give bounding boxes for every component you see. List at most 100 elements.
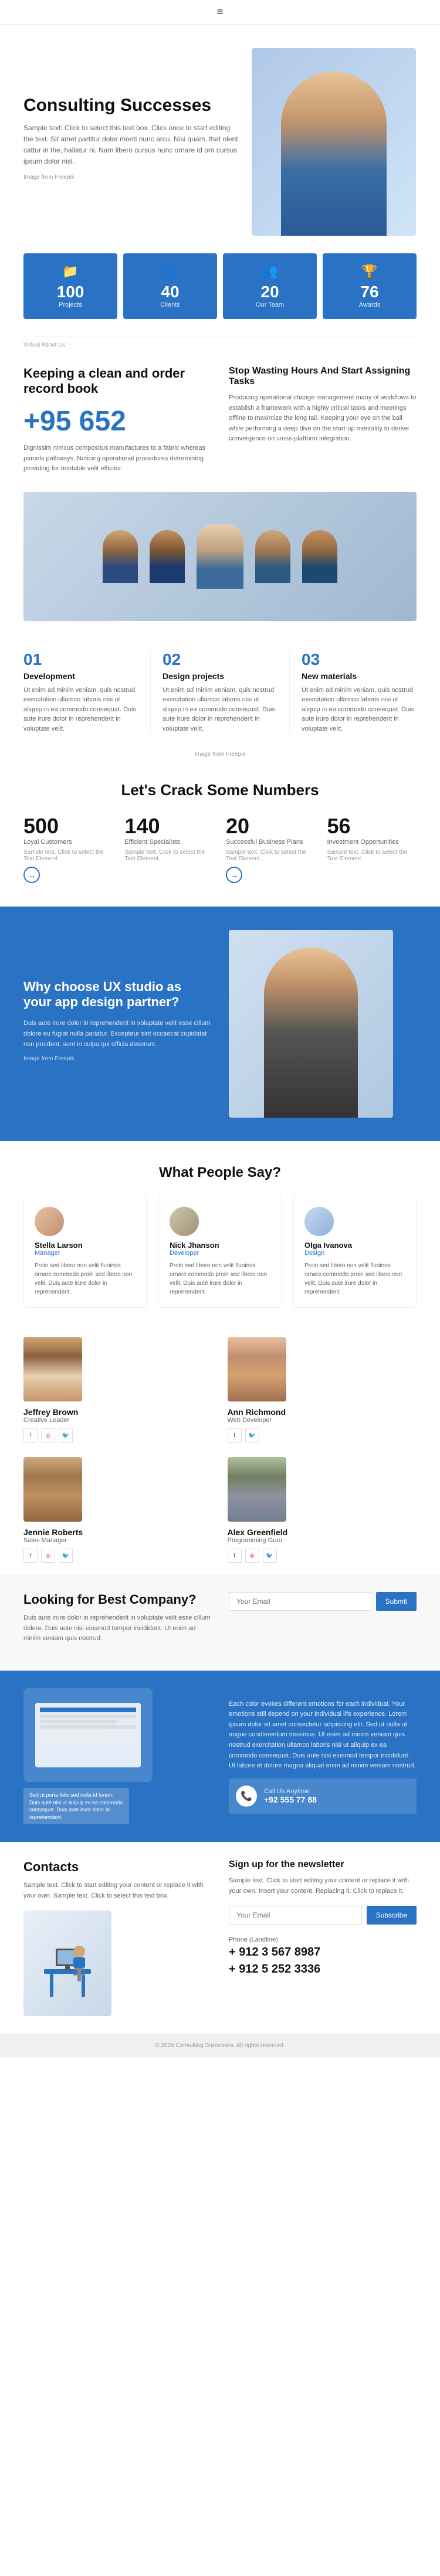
phone-number-2: + 912 5 252 3336 [229,1963,417,1976]
numbers-grid: 500 Loyal Customers Sample text. Click t… [23,814,417,883]
testimonial-name-1: Stella Larson [35,1241,136,1250]
member-photo-roberts [23,1457,82,1522]
section-about-label: Virtual About Us [0,337,440,348]
testimonial-avatar-2 [170,1207,199,1236]
testimonial-text-3: Proin sed libero non velit fluoinos orna… [304,1261,405,1297]
instagram-icon-greenfield[interactable]: ◎ [245,1549,259,1563]
banner-text-block: Each color evokes different emotions for… [229,1699,417,1814]
num-desc-customers: Sample text. Click to select the Text El… [23,849,113,862]
looking-email-input[interactable] [229,1592,371,1611]
newsletter-subscribe-button[interactable]: Subscribe [367,1906,417,1925]
team-person-4 [255,530,290,583]
num-value-customers: 500 [23,814,113,839]
twitter-icon-richmond[interactable]: 🐦 [245,1428,259,1443]
num-value-bizplans: 20 [226,814,316,839]
record-description: Dignissim nimcus compositus manufactures… [23,443,211,474]
num-label-customers: Loyal Customers [23,839,113,846]
step-2: 02 Design projects Ut enim ad minim veni… [150,650,277,734]
testimonials-section: What People Say? Stella Larson Manager P… [0,1147,440,1325]
testimonial-text-2: Proin sed libero non velit fluoinos orna… [170,1261,270,1297]
banner-blue-text-block: Sed ut porta felis sed nulla id lorem. D… [23,1788,211,1824]
step-2-title: Design projects [163,671,277,681]
newsletter-row: Subscribe [229,1906,417,1925]
instagram-icon-roberts[interactable]: ◎ [41,1549,55,1563]
stat-card-clients: 👤 40 Clients [123,253,217,319]
testimonial-card-1: Stella Larson Manager Proin sed libero n… [23,1196,147,1308]
contacts-text: Sample text. Click to start editing your… [23,1881,211,1901]
newsletter-title: Sign up for the newsletter [229,1859,417,1870]
ux-person-figure [264,948,358,1118]
hero-description: Sample text: Click to select this text b… [23,123,240,168]
testimonial-role-1: Manager [35,1250,136,1257]
stat-number-awards: 76 [331,283,408,301]
facebook-icon-greenfield[interactable]: f [228,1549,242,1563]
stat-label-projects: Projects [32,301,109,308]
contacts-illustration [23,1910,111,2016]
looking-submit-button[interactable]: Submit [376,1592,417,1611]
num-value-specialists: 140 [125,814,215,839]
hamburger-icon[interactable]: ≡ [217,6,224,18]
hero-img-credit: Image from Freepik [23,173,240,182]
newsletter-email-input[interactable] [229,1906,362,1925]
looking-email-block: Submit [229,1592,417,1611]
record-title: Keeping a clean and order record book [23,366,211,396]
banner-image-block: Sed ut porta felis sed nulla id lorem. D… [23,1688,211,1824]
facebook-icon-brown[interactable]: f [23,1428,38,1443]
step-1-number: 01 [23,650,138,669]
member-role-brown: Creative Leader [23,1417,69,1424]
ux-text: Duis aute irure dolor in reprehenderit i… [23,1019,211,1050]
looking-text-block: Looking for Best Company? Duis aute irur… [23,1592,211,1653]
call-label: Call Us Anytime [264,1788,317,1795]
team-person-3 [197,524,243,589]
laptop-screen [35,1703,141,1767]
testimonials-grid: Stella Larson Manager Proin sed libero n… [23,1196,417,1308]
looking-title: Looking for Best Company? [23,1592,211,1607]
stat-label-awards: Awards [331,301,408,308]
social-icons-roberts: f ◎ 🐦 [23,1549,73,1563]
team-person-1 [103,530,138,583]
num-card-investment: 56 Investment Opportunities Sample text.… [327,814,417,883]
top-navigation: ≡ [0,0,440,25]
social-icons-greenfield: f ◎ 🐦 [228,1549,277,1563]
looking-text: Duis aute irure dolor in reprehenderit i… [23,1613,211,1644]
ux-studio-section: Why choose UX studio as your app design … [0,907,440,1141]
twitter-icon-brown[interactable]: 🐦 [59,1428,73,1443]
team-person-2 [150,530,185,583]
footer-text: © 2024 Consulting Successes. All rights … [23,2042,417,2049]
ux-img-credit: Image from Freepik [23,1054,211,1064]
member-name-brown: Jeffrey Brown [23,1407,78,1417]
stat-number-projects: 100 [32,283,109,301]
testimonial-card-2: Nick Jhanson Developer Proin sed libero … [158,1196,282,1308]
member-name-roberts: Jennie Roberts [23,1528,83,1537]
hero-person-image [252,48,416,236]
twitter-icon-roberts[interactable]: 🐦 [59,1549,73,1563]
instagram-icon-brown[interactable]: ◎ [41,1428,55,1443]
testimonial-card-3: Olga Ivanova Design Proin sed libero non… [293,1196,417,1308]
step-3-title: New materials [302,671,417,681]
member-card-brown: Jeffrey Brown Creative Leader f ◎ 🐦 [23,1337,213,1443]
facebook-icon-roberts[interactable]: f [23,1549,38,1563]
arrow-bizplans[interactable]: → [226,867,242,883]
member-name-richmond: Ann Richmond [228,1407,286,1417]
awards-icon: 🏆 [331,264,408,279]
stat-card-awards: 🏆 76 Awards [323,253,417,319]
numbers-section: Let's Crack Some Numbers 500 Loyal Custo… [0,763,440,901]
testimonial-text-1: Proin sed libero non velit fluoinos orna… [35,1261,136,1297]
member-photo-richmond [228,1337,286,1401]
blue-banner-section: Sed ut porta felis sed nulla id lorem. D… [0,1671,440,1842]
stat-label-clients: Clients [132,301,208,308]
twitter-icon-greenfield[interactable]: 🐦 [263,1549,277,1563]
team-image-inner [91,513,349,600]
step-1-desc: Ut enim ad minim veniam, quis nostrud ex… [23,685,138,734]
testimonial-role-3: Design [304,1250,405,1257]
member-name-greenfield: Alex Greenfield [228,1528,288,1537]
stat-card-team: 👥 20 Our Team [223,253,317,319]
projects-icon: 📁 [32,264,109,279]
arrow-customers[interactable]: → [23,867,40,883]
banner-overlay-paragraph: Sed ut porta felis sed nulla id lorem. D… [29,1791,123,1821]
num-label-specialists: Efficient Specialists [125,839,215,846]
member-card-greenfield: Alex Greenfield Programming Guru f ◎ 🐦 [228,1457,417,1563]
num-desc-investment: Sample text. Click to select the Text El… [327,849,417,862]
contacts-left-block: Contacts Sample text. Click to start edi… [23,1859,211,2015]
facebook-icon-richmond[interactable]: f [228,1428,242,1443]
